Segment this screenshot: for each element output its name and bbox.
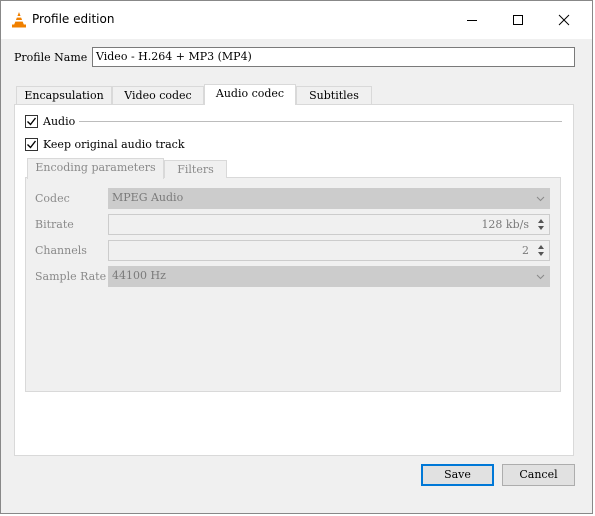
- close-icon: [558, 14, 570, 26]
- window-title: Profile edition: [32, 12, 115, 26]
- spin-arrows-icon[interactable]: [534, 242, 548, 259]
- codec-value: MPEG Audio: [112, 191, 184, 204]
- keep-original-audio-label: Keep original audio track: [43, 138, 185, 151]
- bitrate-value: 128 kb/s: [481, 218, 529, 231]
- channels-label: Channels: [35, 244, 87, 257]
- channels-value: 2: [522, 244, 529, 257]
- codec-label: Codec: [35, 192, 70, 205]
- minimize-button[interactable]: [449, 1, 495, 39]
- vlc-cone-icon: [11, 11, 27, 28]
- channels-spinbox[interactable]: 2: [108, 240, 550, 261]
- chevron-down-icon: [536, 196, 545, 202]
- checkmark-icon: [27, 117, 37, 126]
- cancel-button[interactable]: Cancel: [502, 464, 575, 486]
- codec-dropdown[interactable]: MPEG Audio: [108, 188, 550, 209]
- maximize-button[interactable]: [495, 1, 541, 39]
- close-button[interactable]: [541, 1, 587, 39]
- chevron-down-icon: [536, 274, 545, 280]
- tab-video-codec[interactable]: Video codec: [112, 86, 204, 104]
- bitrate-spinbox[interactable]: 128 kb/s: [108, 214, 550, 235]
- audio-checkbox-label: Audio: [43, 115, 76, 128]
- subtab-encoding-parameters[interactable]: Encoding parameters: [27, 158, 164, 179]
- tab-audio-codec[interactable]: Audio codec: [204, 84, 296, 105]
- profile-name-input[interactable]: Video - H.264 + MP3 (MP4): [92, 47, 575, 67]
- sample-rate-label: Sample Rate: [35, 270, 107, 283]
- keep-original-audio-checkbox[interactable]: [25, 138, 38, 151]
- spin-arrows-icon[interactable]: [534, 216, 548, 233]
- sample-rate-value: 44100 Hz: [112, 269, 166, 282]
- tab-subtitles[interactable]: Subtitles: [296, 86, 372, 104]
- audio-checkbox[interactable]: [25, 115, 38, 128]
- checkmark-icon: [27, 140, 37, 149]
- minimize-icon: [467, 20, 477, 21]
- save-button[interactable]: Save: [421, 464, 494, 486]
- subtab-filters[interactable]: Filters: [164, 160, 227, 178]
- bitrate-label: Bitrate: [35, 218, 74, 231]
- profile-name-label: Profile Name: [14, 51, 88, 64]
- maximize-icon: [513, 15, 523, 25]
- tab-encapsulation[interactable]: Encapsulation: [16, 86, 112, 104]
- sample-rate-dropdown[interactable]: 44100 Hz: [108, 266, 550, 287]
- audio-group-divider: [79, 121, 562, 122]
